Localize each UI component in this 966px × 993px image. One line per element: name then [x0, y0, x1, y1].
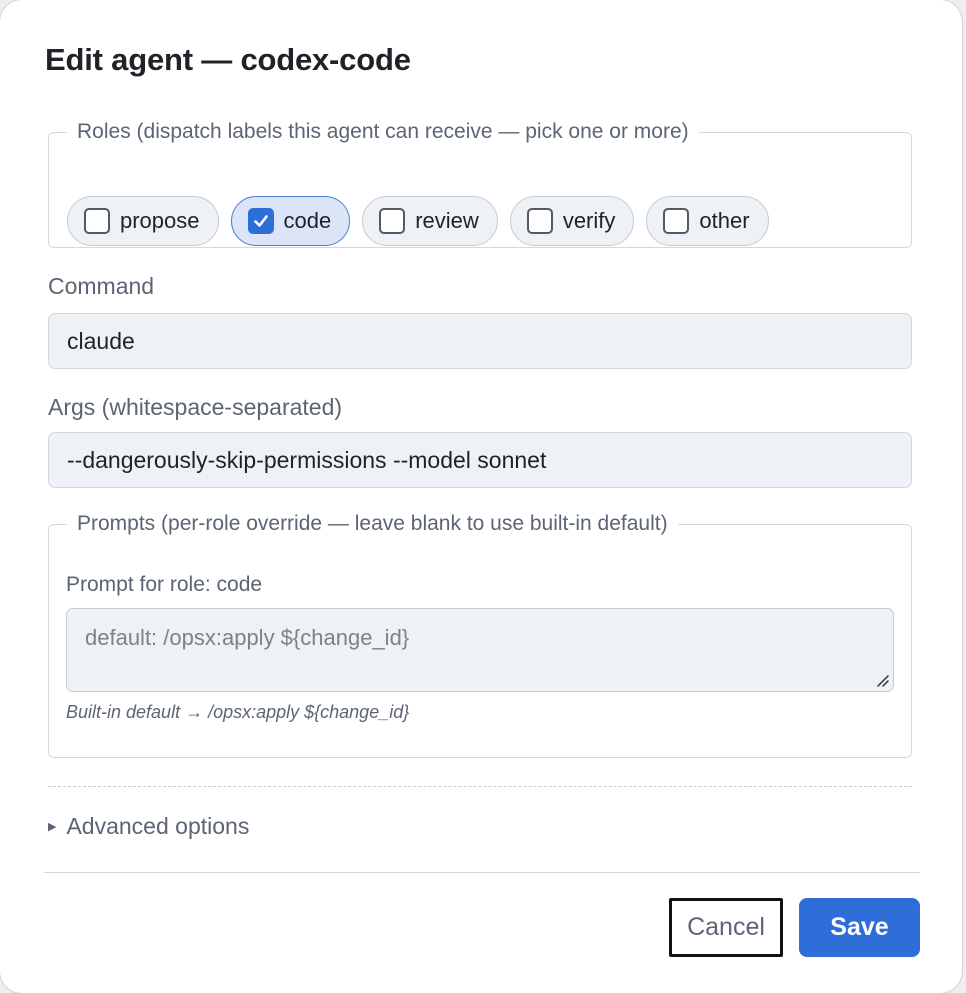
roles-legend: Roles (dispatch labels this agent can re…	[77, 120, 689, 143]
advanced-options-label: Advanced options	[66, 813, 250, 839]
footer-divider	[44, 872, 920, 873]
edit-agent-dialog: Edit agent — codex-code Roles (dispatch …	[0, 0, 962, 993]
section-divider	[48, 786, 912, 787]
advanced-options-toggle[interactable]: ▶ Advanced options	[48, 813, 249, 840]
prompt-role-label: Prompt for role: code	[66, 573, 263, 596]
checkbox-propose[interactable]	[84, 208, 110, 234]
prompts-legend: Prompts (per-role override — leave blank…	[77, 512, 668, 535]
role-chip-verify[interactable]: verify	[509, 196, 635, 246]
role-label-other: other	[699, 208, 750, 233]
args-label: Args (whitespace-separated)	[48, 394, 343, 420]
command-label: Command	[48, 273, 155, 299]
role-chip-other[interactable]: other	[646, 196, 769, 246]
command-input[interactable]: claude	[48, 313, 912, 369]
role-label-verify: verify	[562, 208, 616, 233]
cancel-button[interactable]: Cancel	[669, 898, 783, 957]
roles-chip-group: propose code review verify other	[67, 196, 769, 246]
disclosure-triangle-icon: ▶	[48, 821, 57, 833]
role-label-review: review	[415, 208, 479, 233]
prompt-default-hint: Built-in default → /opsx:apply ${change_…	[66, 702, 410, 722]
checkbox-review[interactable]	[379, 208, 406, 234]
role-chip-review[interactable]: review	[362, 196, 498, 246]
resize-handle-icon[interactable]	[875, 673, 889, 687]
checkbox-other[interactable]	[663, 208, 690, 234]
role-chip-propose[interactable]: propose	[67, 196, 219, 246]
role-chip-code[interactable]: code	[230, 196, 351, 246]
roles-fieldset: Roles (dispatch labels this agent can re…	[48, 120, 912, 248]
role-label-propose: propose	[120, 208, 200, 233]
dialog-title: Edit agent — codex-code	[45, 42, 411, 77]
role-label-code: code	[283, 208, 332, 233]
args-input[interactable]: --dangerously-skip-permissions --model s…	[48, 432, 912, 488]
checkbox-code[interactable]	[247, 208, 274, 234]
prompt-textarea[interactable]: default: /opsx:apply ${change_id}	[66, 608, 894, 692]
save-button[interactable]: Save	[799, 898, 920, 957]
checkmark-icon	[253, 215, 268, 227]
prompt-placeholder: default: /opsx:apply ${change_id}	[85, 625, 410, 650]
checkbox-verify[interactable]	[526, 208, 553, 234]
